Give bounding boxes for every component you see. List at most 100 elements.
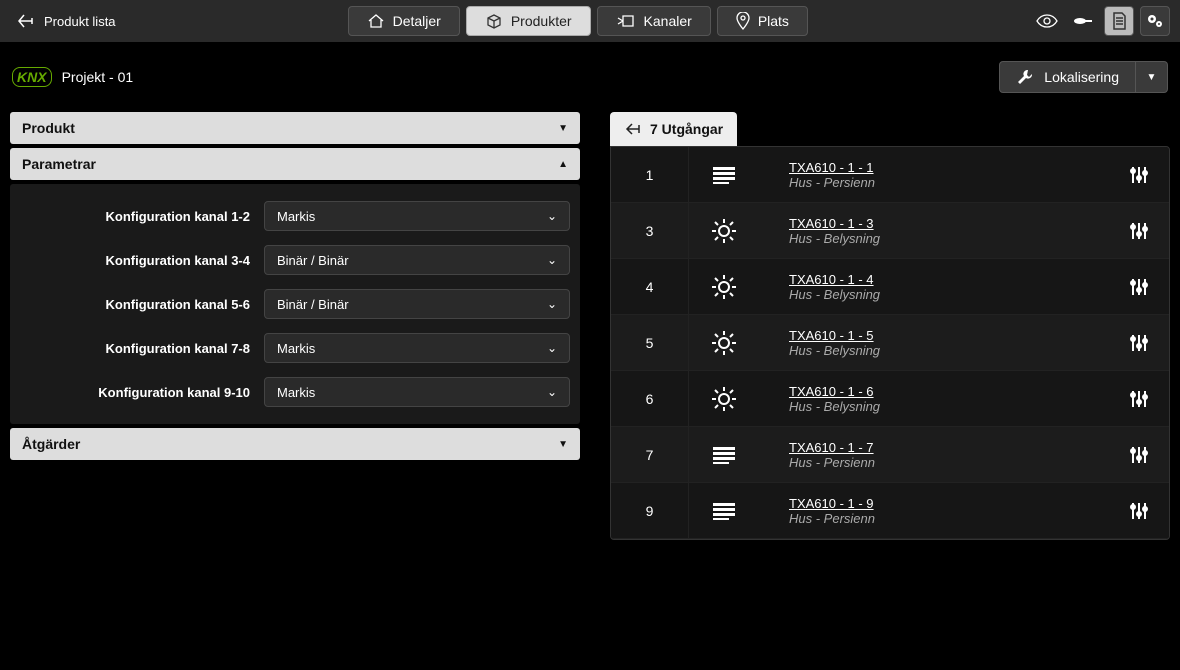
output-settings-button[interactable]	[1109, 388, 1169, 410]
param-select[interactable]: Binär / Binär ⌄	[264, 289, 570, 319]
wrench-icon	[1016, 68, 1034, 86]
output-settings-button[interactable]	[1109, 276, 1169, 298]
output-text: TXA610 - 1 - 5Hus - Belysning	[759, 328, 1109, 358]
output-name[interactable]: TXA610 - 1 - 6	[789, 384, 1109, 399]
gears-icon	[1145, 12, 1165, 30]
accordion-product[interactable]: Produkt ▼	[10, 112, 580, 144]
output-number: 7	[611, 427, 689, 482]
param-row: Konfiguration kanal 1-2 Markis ⌄	[20, 194, 570, 238]
param-label: Konfiguration kanal 7-8	[20, 341, 250, 356]
eye-icon	[1036, 14, 1058, 28]
output-location: Hus - Belysning	[789, 287, 1109, 302]
eye-button[interactable]	[1032, 6, 1062, 36]
param-value: Binär / Binär	[277, 297, 349, 312]
param-row: Konfiguration kanal 3-4 Binär / Binär⌄	[20, 238, 570, 282]
tab-products[interactable]: Produkter	[466, 6, 591, 36]
param-label: Konfiguration kanal 5-6	[20, 297, 250, 312]
output-row[interactable]: 4 TXA610 - 1 - 4Hus - Belysning	[611, 259, 1169, 315]
output-settings-button[interactable]	[1109, 500, 1169, 522]
settings-button[interactable]	[1140, 6, 1170, 36]
pin-icon	[736, 12, 750, 30]
output-location: Hus - Belysning	[789, 231, 1109, 246]
box-icon	[485, 12, 503, 30]
param-select[interactable]: Markis ⌄	[264, 201, 570, 231]
output-number: 1	[611, 147, 689, 202]
output-name[interactable]: TXA610 - 1 - 1	[789, 160, 1109, 175]
param-label: Konfiguration kanal 3-4	[20, 253, 250, 268]
output-number: 5	[611, 315, 689, 370]
output-row[interactable]: 3 TXA610 - 1 - 3Hus - Belysning	[611, 203, 1169, 259]
tab-products-label: Produkter	[511, 13, 572, 29]
document-button[interactable]	[1104, 6, 1134, 36]
param-select[interactable]: Markis⌄	[264, 333, 570, 363]
output-settings-button[interactable]	[1109, 164, 1169, 186]
top-toolbar: Produkt lista Detaljer Produkter Kanaler…	[0, 0, 1180, 42]
output-name[interactable]: TXA610 - 1 - 7	[789, 440, 1109, 455]
output-name[interactable]: TXA610 - 1 - 3	[789, 216, 1109, 231]
output-row[interactable]: 7 TXA610 - 1 - 7Hus - Persienn	[611, 427, 1169, 483]
output-text: TXA610 - 1 - 7Hus - Persienn	[759, 440, 1109, 470]
output-location: Hus - Persienn	[789, 511, 1109, 526]
shutter-icon	[689, 165, 759, 185]
chevron-down-icon: ⌄	[547, 385, 557, 399]
collapse-icon	[624, 122, 642, 136]
output-location: Hus - Belysning	[789, 399, 1109, 414]
output-text: TXA610 - 1 - 3Hus - Belysning	[759, 216, 1109, 246]
chevron-down-icon: ⌄	[547, 209, 557, 223]
accordion-parameters-label: Parametrar	[22, 156, 96, 172]
outputs-tab[interactable]: 7 Utgångar	[610, 112, 737, 146]
param-select[interactable]: Markis⌄	[264, 377, 570, 407]
localization-main[interactable]: Lokalisering	[999, 61, 1136, 93]
output-settings-button[interactable]	[1109, 220, 1169, 242]
param-value: Markis	[277, 341, 315, 356]
output-number: 9	[611, 483, 689, 538]
outputs-list: 1TXA610 - 1 - 1Hus - Persienn3TXA610 - 1…	[610, 146, 1170, 540]
param-label: Konfiguration kanal 1-2	[20, 209, 250, 224]
plug-icon	[1072, 15, 1094, 27]
output-location: Hus - Persienn	[789, 455, 1109, 470]
back-label: Produkt lista	[44, 14, 116, 29]
tab-place[interactable]: Plats	[717, 6, 808, 36]
output-row[interactable]: 9 TXA610 - 1 - 9Hus - Persienn	[611, 483, 1169, 539]
output-settings-button[interactable]	[1109, 444, 1169, 466]
output-text: TXA610 - 1 - 9Hus - Persienn	[759, 496, 1109, 526]
output-name[interactable]: TXA610 - 1 - 4	[789, 272, 1109, 287]
chevron-down-icon: ▼	[558, 123, 568, 134]
output-name[interactable]: TXA610 - 1 - 9	[789, 496, 1109, 511]
tab-channels[interactable]: Kanaler	[597, 6, 711, 36]
back-button[interactable]: Produkt lista	[10, 10, 124, 33]
tab-details[interactable]: Detaljer	[348, 6, 460, 36]
output-number: 3	[611, 203, 689, 258]
main-content: Produkt ▼ Parametrar ▲ Konfiguration kan…	[0, 112, 1180, 540]
tab-place-label: Plats	[758, 13, 789, 29]
document-icon	[1111, 12, 1127, 30]
output-settings-button[interactable]	[1109, 332, 1169, 354]
tab-details-label: Detaljer	[393, 13, 441, 29]
accordion-product-label: Produkt	[22, 120, 75, 136]
output-row[interactable]: 5 TXA610 - 1 - 5Hus - Belysning	[611, 315, 1169, 371]
back-arrow-icon	[18, 14, 36, 28]
localization-dropdown[interactable]: ▼	[1136, 61, 1168, 93]
output-text: TXA610 - 1 - 1Hus - Persienn	[759, 160, 1109, 190]
plug-button[interactable]	[1068, 6, 1098, 36]
param-label: Konfiguration kanal 9-10	[20, 385, 250, 400]
accordion-actions[interactable]: Åtgärder ▼	[10, 428, 580, 460]
localization-button[interactable]: Lokalisering ▼	[999, 61, 1168, 93]
tab-channels-label: Kanaler	[644, 13, 692, 29]
param-select[interactable]: Binär / Binär⌄	[264, 245, 570, 275]
light-icon	[689, 218, 759, 244]
output-number: 4	[611, 259, 689, 314]
output-text: TXA610 - 1 - 4Hus - Belysning	[759, 272, 1109, 302]
light-icon	[689, 386, 759, 412]
toolbar-right-icons	[1032, 6, 1170, 36]
chevron-down-icon: ⌄	[547, 297, 557, 311]
light-icon	[689, 330, 759, 356]
output-name[interactable]: TXA610 - 1 - 5	[789, 328, 1109, 343]
output-row[interactable]: 1 TXA610 - 1 - 1Hus - Persienn	[611, 147, 1169, 203]
output-row[interactable]: 6TXA610 - 1 - 6Hus - Belysning	[611, 371, 1169, 427]
param-value: Markis	[277, 209, 315, 224]
knx-logo: KNX	[12, 67, 52, 87]
accordion-parameters[interactable]: Parametrar ▲	[10, 148, 580, 180]
shutter-icon	[689, 445, 759, 465]
param-row: Konfiguration kanal 5-6 Binär / Binär ⌄	[20, 282, 570, 326]
